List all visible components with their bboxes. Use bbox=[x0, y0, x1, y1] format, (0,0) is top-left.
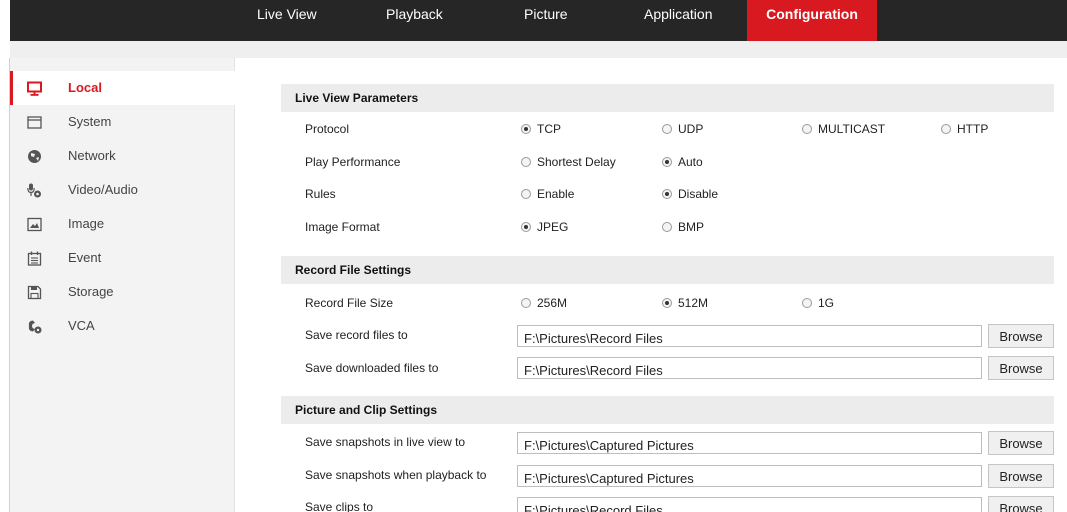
sidebar-item-label: Storage bbox=[68, 284, 114, 299]
browse-record-files-button[interactable]: Browse bbox=[988, 324, 1054, 348]
tab-application[interactable]: Application bbox=[644, 0, 713, 41]
save-snapshots-playback-field[interactable] bbox=[517, 465, 982, 487]
record-file-size-label: Record File Size bbox=[305, 296, 394, 310]
sidebar-item-local[interactable]: Local bbox=[10, 71, 235, 105]
radio-dot bbox=[662, 222, 672, 232]
radio-label: Enable bbox=[537, 187, 575, 201]
radio-label: Auto bbox=[678, 155, 703, 169]
globe-icon bbox=[28, 150, 41, 163]
protocol-udp-radio[interactable]: UDP bbox=[662, 122, 703, 136]
radio-dot bbox=[521, 157, 531, 167]
play-performance-label: Play Performance bbox=[305, 155, 401, 169]
save-downloaded-files-field[interactable] bbox=[517, 357, 982, 379]
section-live-view-parameters: Live View Parameters bbox=[281, 84, 1054, 112]
system-window-icon bbox=[27, 116, 42, 129]
browse-downloaded-files-button[interactable]: Browse bbox=[988, 356, 1054, 380]
file-size-1g-radio[interactable]: 1G bbox=[802, 296, 834, 310]
radio-dot-selected bbox=[662, 189, 672, 199]
image-format-jpeg-radio[interactable]: JPEG bbox=[521, 220, 568, 234]
save-record-files-field[interactable] bbox=[517, 325, 982, 347]
sidebar-item-label: Video/Audio bbox=[68, 182, 138, 197]
save-snapshots-live-field[interactable] bbox=[517, 432, 982, 454]
sidebar-item-video-audio[interactable]: Video/Audio bbox=[10, 173, 235, 207]
tab-playback[interactable]: Playback bbox=[386, 0, 443, 41]
save-downloaded-files-label: Save downloaded files to bbox=[305, 361, 439, 375]
radio-dot bbox=[521, 189, 531, 199]
radio-label: 512M bbox=[678, 296, 709, 310]
image-format-bmp-radio[interactable]: BMP bbox=[662, 220, 704, 234]
radio-dot bbox=[802, 298, 812, 308]
save-snapshots-playback-label: Save snapshots when playback to bbox=[305, 468, 487, 482]
radio-label: Shortest Delay bbox=[537, 155, 616, 169]
radio-dot bbox=[941, 124, 951, 134]
radio-dot bbox=[802, 124, 812, 134]
radio-dot-selected bbox=[521, 124, 531, 134]
radio-label: TCP bbox=[537, 122, 561, 136]
browse-snapshots-live-button[interactable]: Browse bbox=[988, 431, 1054, 455]
radio-dot-selected bbox=[662, 157, 672, 167]
sidebar-item-label: VCA bbox=[68, 318, 95, 333]
nav-underline-strip bbox=[10, 41, 1067, 58]
radio-label: HTTP bbox=[957, 122, 989, 136]
sidebar-item-image[interactable]: Image bbox=[10, 207, 235, 241]
rules-enable-radio[interactable]: Enable bbox=[521, 187, 574, 201]
section-picture-clip-settings: Picture and Clip Settings bbox=[281, 396, 1054, 424]
radio-dot-selected bbox=[662, 298, 672, 308]
sidebar-item-vca[interactable]: VCA bbox=[10, 309, 235, 343]
radio-dot bbox=[521, 298, 531, 308]
rules-disable-radio[interactable]: Disable bbox=[662, 187, 718, 201]
radio-label: UDP bbox=[678, 122, 704, 136]
browse-snapshots-playback-button[interactable]: Browse bbox=[988, 464, 1054, 488]
save-clips-field[interactable] bbox=[517, 497, 982, 512]
tab-picture[interactable]: Picture bbox=[524, 0, 568, 41]
protocol-http-radio[interactable]: HTTP bbox=[941, 122, 988, 136]
save-record-files-label: Save record files to bbox=[305, 328, 408, 342]
calendar-icon bbox=[27, 251, 42, 266]
file-size-256m-radio[interactable]: 256M bbox=[521, 296, 567, 310]
sidebar-item-event[interactable]: Event bbox=[10, 241, 235, 275]
sidebar-item-label: Event bbox=[68, 250, 102, 265]
radio-label: BMP bbox=[678, 220, 705, 234]
radio-label: MULTICAST bbox=[818, 122, 886, 136]
radio-label: JPEG bbox=[537, 220, 569, 234]
browse-clips-button[interactable]: Browse bbox=[988, 496, 1054, 512]
sidebar-item-label: Network bbox=[68, 148, 116, 163]
picture-icon bbox=[27, 217, 42, 232]
tab-configuration[interactable]: Configuration bbox=[747, 0, 877, 41]
sidebar-item-label: Local bbox=[68, 80, 102, 95]
sidebar-item-network[interactable]: Network bbox=[10, 139, 235, 173]
protocol-multicast-radio[interactable]: MULTICAST bbox=[802, 122, 885, 136]
radio-label: 1G bbox=[818, 296, 835, 310]
file-size-512m-radio[interactable]: 512M bbox=[662, 296, 708, 310]
radio-dot bbox=[662, 124, 672, 134]
section-record-file-settings: Record File Settings bbox=[281, 256, 1054, 284]
sidebar-item-system[interactable]: System bbox=[10, 105, 235, 139]
microphone-camera-icon bbox=[27, 183, 41, 198]
save-clips-label: Save clips to bbox=[305, 500, 374, 512]
radio-label: 256M bbox=[537, 296, 568, 310]
protocol-tcp-radio[interactable]: TCP bbox=[521, 122, 561, 136]
sidebar: Local System Network Video/Audio Image E… bbox=[10, 58, 235, 512]
image-format-label: Image Format bbox=[305, 220, 380, 234]
vca-icon bbox=[28, 320, 42, 334]
rules-label: Rules bbox=[305, 187, 336, 201]
floppy-disk-icon bbox=[27, 285, 42, 300]
sidebar-item-label: Image bbox=[68, 216, 105, 231]
play-performance-auto-radio[interactable]: Auto bbox=[662, 155, 703, 169]
sidebar-item-label: System bbox=[68, 114, 112, 129]
top-nav-bar: Live View Playback Picture Application C… bbox=[10, 0, 1067, 41]
sidebar-item-storage[interactable]: Storage bbox=[10, 275, 235, 309]
save-snapshots-live-label: Save snapshots in live view to bbox=[305, 435, 466, 449]
monitor-icon bbox=[27, 81, 42, 96]
radio-dot-selected bbox=[521, 222, 531, 232]
play-performance-shortest-delay-radio[interactable]: Shortest Delay bbox=[521, 155, 616, 169]
protocol-label: Protocol bbox=[305, 122, 350, 136]
radio-label: Disable bbox=[678, 187, 719, 201]
tab-live-view[interactable]: Live View bbox=[257, 0, 317, 41]
